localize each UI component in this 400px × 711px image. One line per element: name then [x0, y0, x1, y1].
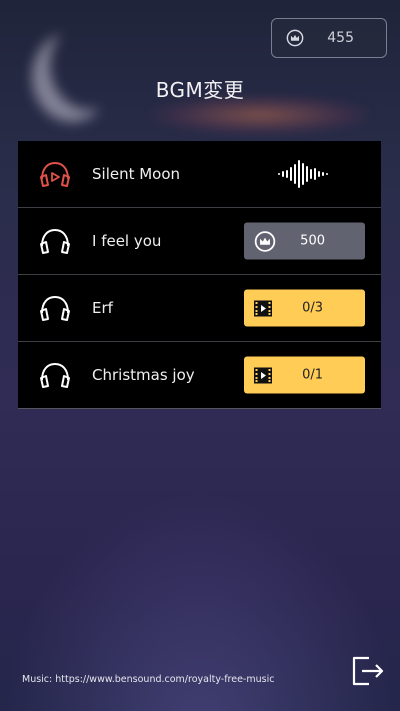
sound-wave-icon: [278, 160, 328, 188]
video-ad-icon: [254, 367, 272, 383]
ad-progress: 0/1: [302, 367, 323, 383]
exit-icon[interactable]: [351, 655, 385, 687]
track-name: I feel you: [92, 232, 162, 250]
buy-track-button[interactable]: 500: [244, 222, 365, 260]
coin-balance: 455: [271, 18, 387, 58]
crown-coin-icon: [286, 29, 304, 47]
headphones-icon: [40, 362, 70, 388]
track-row-silent-moon[interactable]: Silent Moon: [18, 141, 381, 208]
track-name: Christmas joy: [92, 366, 195, 384]
headphones-icon: [40, 295, 70, 321]
watch-ad-button[interactable]: 0/3: [244, 289, 365, 327]
price-label: 500: [300, 233, 325, 249]
track-name: Erf: [92, 299, 113, 317]
music-credit: Music: https://www.bensound.com/royalty-…: [22, 674, 275, 685]
track-row-i-feel-you[interactable]: I feel you 500: [18, 208, 381, 275]
crown-coin-icon: [254, 230, 276, 252]
track-row-christmas-joy[interactable]: Christmas joy 0/1: [18, 342, 381, 409]
video-ad-icon: [254, 300, 272, 316]
watch-ad-button[interactable]: 0/1: [244, 356, 365, 394]
track-row-erf[interactable]: Erf 0/3: [18, 275, 381, 342]
ad-progress: 0/3: [302, 300, 323, 316]
page-title: BGM変更: [155, 78, 245, 102]
coin-count: 455: [327, 30, 354, 46]
bgm-list: Silent Moon I feel you 500 Erf 0/3 Chris…: [18, 141, 381, 409]
headphones-play-icon: [40, 161, 70, 187]
track-name: Silent Moon: [92, 165, 181, 183]
headphones-icon: [40, 228, 70, 254]
